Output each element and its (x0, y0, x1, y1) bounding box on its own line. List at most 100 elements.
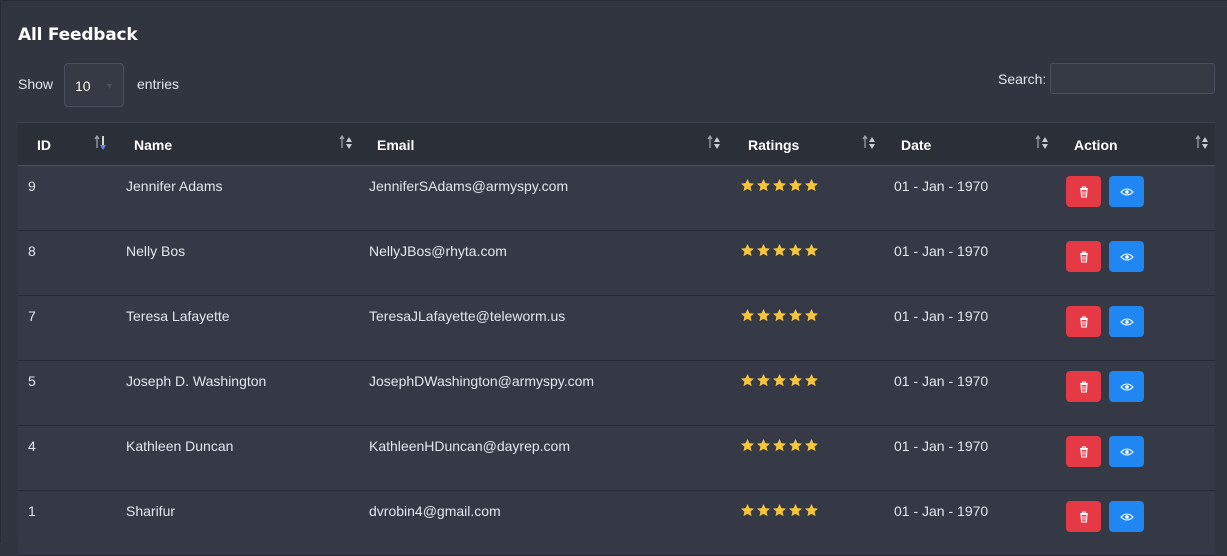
view-button[interactable] (1109, 176, 1144, 207)
cell-email: JenniferSAdams@armyspy.com (369, 178, 569, 194)
eye-icon (1119, 317, 1134, 326)
cell-email: KathleenHDuncan@dayrep.com (369, 438, 570, 454)
table-row: 7 Teresa Lafayette TeresaJLafayette@tele… (18, 296, 1215, 361)
rating-stars (740, 373, 820, 388)
star-icon (757, 308, 770, 322)
cell-name: Teresa Lafayette (126, 308, 230, 324)
column-header-email[interactable]: Email (357, 123, 727, 165)
star-icon (773, 178, 786, 192)
delete-button[interactable] (1066, 306, 1101, 337)
cell-date: 01 - Jan - 1970 (894, 308, 989, 324)
cell-email: JosephDWashington@armyspy.com (369, 373, 595, 389)
eye-icon (1119, 187, 1134, 196)
page-title: All Feedback (18, 25, 138, 45)
cell-date: 01 - Jan - 1970 (894, 178, 989, 194)
star-icon (741, 243, 754, 257)
cell-id: 9 (28, 178, 36, 194)
star-icon (757, 503, 770, 517)
view-button[interactable] (1109, 306, 1144, 337)
star-icon (773, 438, 786, 452)
view-button[interactable] (1109, 241, 1144, 272)
column-header-ratings[interactable]: Ratings (731, 123, 883, 165)
view-button[interactable] (1109, 501, 1144, 532)
star-icon (773, 503, 786, 517)
star-icon (773, 243, 786, 257)
delete-button[interactable] (1066, 436, 1101, 467)
star-icon (805, 243, 818, 257)
feedback-table: ID Name Email Ratings Date Action 9 Jenn… (18, 122, 1215, 556)
cell-id: 5 (28, 373, 36, 389)
view-button[interactable] (1109, 436, 1144, 467)
column-header-date[interactable]: Date (884, 123, 1056, 165)
sort-icon (862, 134, 875, 149)
table-row: 5 Joseph D. Washington JosephDWashington… (18, 361, 1215, 426)
star-icon (805, 373, 818, 387)
star-icon (789, 438, 802, 452)
table-row: 1 Sharifur dvrobin4@gmail.com 01 - Jan -… (18, 491, 1215, 556)
star-icon (741, 308, 754, 322)
star-icon (805, 308, 818, 322)
entries-label: entries (137, 76, 180, 92)
table-row: 9 Jennifer Adams JenniferSAdams@armyspy.… (18, 166, 1215, 231)
cell-date: 01 - Jan - 1970 (894, 438, 989, 454)
view-button[interactable] (1109, 371, 1144, 402)
star-icon (805, 503, 818, 517)
cell-email: dvrobin4@gmail.com (369, 503, 501, 519)
eye-icon (1119, 382, 1134, 391)
star-icon (741, 438, 754, 452)
show-label: Show (18, 76, 54, 92)
table-body: 9 Jennifer Adams JenniferSAdams@armyspy.… (18, 166, 1215, 556)
search-label: Search: (998, 71, 1047, 87)
chevron-down-icon: ▼ (105, 81, 114, 91)
delete-button[interactable] (1066, 371, 1101, 402)
star-icon (741, 503, 754, 517)
rating-stars (740, 438, 820, 453)
rating-stars (740, 503, 820, 518)
delete-button[interactable] (1066, 176, 1101, 207)
delete-button[interactable] (1066, 501, 1101, 532)
table-row: 8 Nelly Bos NellyJBos@rhyta.com 01 - Jan… (18, 231, 1215, 296)
trash-icon (1079, 185, 1088, 198)
entries-selected-value: 10 (75, 78, 91, 94)
cell-id: 8 (28, 243, 36, 259)
star-icon (757, 438, 770, 452)
entries-per-page-select[interactable]: 10 ▼ (64, 63, 124, 107)
sort-icon (1195, 134, 1208, 149)
cell-date: 01 - Jan - 1970 (894, 373, 989, 389)
eye-icon (1119, 512, 1134, 521)
rating-stars (740, 308, 820, 323)
star-icon (757, 243, 770, 257)
trash-icon (1079, 445, 1088, 458)
star-icon (773, 308, 786, 322)
delete-button[interactable] (1066, 241, 1101, 272)
star-icon (789, 308, 802, 322)
eye-icon (1119, 447, 1134, 456)
sort-icon (1035, 134, 1048, 149)
cell-email: TeresaJLafayette@teleworm.us (369, 308, 566, 324)
trash-icon (1079, 510, 1088, 523)
column-header-action[interactable]: Action (1058, 123, 1215, 165)
table-row: 4 Kathleen Duncan KathleenHDuncan@dayrep… (18, 426, 1215, 491)
rating-stars (740, 178, 820, 193)
cell-name: Sharifur (126, 503, 176, 519)
star-icon (789, 178, 802, 192)
sort-icon (707, 134, 720, 149)
star-icon (757, 178, 770, 192)
star-icon (789, 243, 802, 257)
cell-date: 01 - Jan - 1970 (894, 503, 989, 519)
cell-name: Nelly Bos (126, 243, 186, 259)
trash-icon (1079, 380, 1088, 393)
star-icon (789, 503, 802, 517)
cell-name: Jennifer Adams (126, 178, 223, 194)
eye-icon (1119, 252, 1134, 261)
cell-name: Kathleen Duncan (126, 438, 234, 454)
cell-id: 4 (28, 438, 36, 454)
star-icon (741, 178, 754, 192)
star-icon (789, 373, 802, 387)
search-input[interactable] (1050, 63, 1215, 94)
column-header-id[interactable]: ID (18, 123, 109, 165)
sort-icon (339, 134, 352, 149)
feedback-panel: All Feedback Show 10 ▼ entries Search: I… (0, 0, 1227, 556)
column-header-name[interactable]: Name (113, 123, 353, 165)
cell-email: NellyJBos@rhyta.com (369, 243, 507, 259)
